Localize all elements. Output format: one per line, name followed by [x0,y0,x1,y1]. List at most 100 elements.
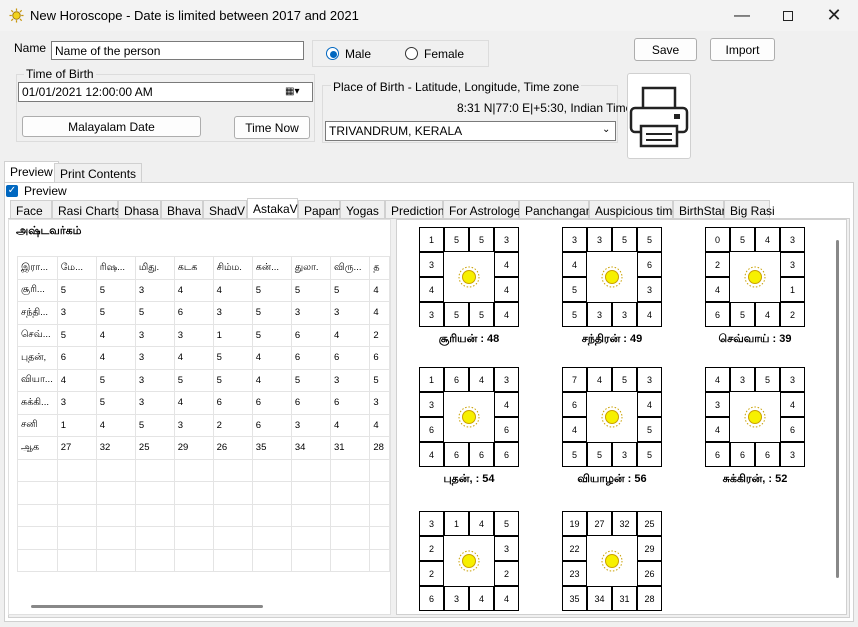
chart-cell: 32 [612,511,637,536]
chart-cell: 5 [612,227,637,252]
tab-auspicious-time[interactable]: Auspicious time [589,200,679,219]
sun-app-icon [9,8,24,23]
chart-title: வியாழன் : 56 [577,473,647,485]
tab-shadv[interactable]: ShadV [203,200,247,219]
table-cell [251,503,292,527]
female-radio[interactable] [405,47,418,60]
chart-cell: 5 [444,302,469,327]
chart-cell: 4 [419,442,444,467]
table-cell: த [369,256,390,280]
malayalam-date-button[interactable]: Malayalam Date [22,116,201,137]
chart-cell: 5 [562,302,587,327]
table-row: சூரி... 5 5 3 4 4 5 5 5 4 [17,278,390,302]
male-label: Male [345,47,372,61]
table-cell: 2 [369,323,390,347]
table-cell [290,548,331,572]
table-cell: விரு... [329,256,371,280]
chart-cell: 6 [419,417,444,442]
table-cell [369,503,390,527]
table-cell [329,548,371,572]
tab-astakav[interactable]: AstakaV [247,198,298,219]
table-cell: 5 [134,413,175,437]
chart-cell: 6 [419,586,444,611]
chart-title: சூரியன் : 48 [438,333,500,345]
table-cell: 4 [173,346,214,370]
place-value: TRIVANDRUM, KERALA [329,124,463,138]
outer-tab-bar: Preview Print Contents [4,161,854,183]
table-cell [56,526,97,550]
table-cell: 4 [329,413,371,437]
table-cell: 31 [329,436,371,460]
table-cell [329,526,371,550]
close-button[interactable]: ✕ [811,0,857,31]
datetime-picker[interactable]: 01/01/2021 12:00:00 AM [18,82,313,102]
table-cell: 6 [56,346,97,370]
table-cell: 4 [369,413,390,437]
maximize-button[interactable] [765,0,811,31]
tab-rasi-charts[interactable]: Rasi Charts [52,200,121,219]
tab-face[interactable]: Face [10,200,52,219]
chart-cell: 5 [587,442,612,467]
tab-papam[interactable]: Papam [298,200,342,219]
table-cell: வியா... [17,368,58,392]
name-input[interactable]: Name of the person [51,41,304,60]
minimize-button[interactable]: — [719,0,765,31]
table-cell: 5 [369,368,390,392]
tab-bhava[interactable]: Bhava [161,200,203,219]
vertical-scrollbar[interactable] [836,240,839,578]
chart-cell: 5 [469,227,494,252]
print-button[interactable] [627,73,691,159]
tab-dhasa[interactable]: Dhasa [118,200,161,219]
save-button[interactable]: Save [634,38,697,61]
table-cell: 4 [173,391,214,415]
tab-yogas[interactable]: Yogas [340,200,385,219]
sun-icon [601,266,623,288]
horizontal-scrollbar[interactable] [31,605,263,608]
name-label: Name [14,41,47,55]
table-cell: 6 [173,301,214,325]
tab-for-astrologer[interactable]: For Astrologer [443,200,524,219]
tab-print-contents[interactable]: Print Contents [54,163,143,182]
sun-icon [601,406,623,428]
chart-cell: 29 [637,536,662,561]
tab-panchangam[interactable]: Panchangam [519,200,596,219]
table-cell: ரிஷ... [95,256,136,280]
tab-big-rasi[interactable]: Big Rasi [724,200,775,219]
table-cell: 3 [134,346,175,370]
table-cell: 6 [329,346,371,370]
place-dropdown[interactable]: TRIVANDRUM, KERALA [325,121,616,141]
tab-prediction[interactable]: Prediction [385,200,444,219]
time-now-button[interactable]: Time Now [234,116,310,139]
chart-cell: 28 [637,586,662,611]
import-button[interactable]: Import [710,38,775,61]
chart-cell: 4 [587,367,612,392]
male-radio[interactable] [326,47,339,60]
table-cell [134,458,175,482]
preview-checkbox[interactable]: ✓ [6,185,18,197]
tab-birthstar[interactable]: BirthStar [673,200,726,219]
table-cell [212,481,253,505]
table-cell: ஆக [17,436,58,460]
astaka-charts-panel: 1 5 5 3 4 4 3 5 5 4 3 4 சூரியன் : 48 3 3 5 5 6 3 5 3 3 4 4 5 சந்த… [396,219,847,615]
table-cell: கன்... [251,256,292,280]
ashtaka-chart: 19 27 32 25 29 26 35 34 31 28 22 23 [562,511,662,611]
table-cell [17,548,58,572]
table-cell: 34 [290,436,331,460]
table-cell: மிது. [134,256,175,280]
table-cell [95,526,136,550]
table-cell: 2 [212,413,253,437]
table-cell [290,458,331,482]
tab-preview[interactable]: Preview [4,161,59,182]
table-cell [212,548,253,572]
title-bar: New Horoscope - Date is limited between … [0,0,858,31]
table-cell [369,458,390,482]
calendar-icon[interactable]: ▦▾ [285,86,299,97]
chart-cell: 4 [494,277,519,302]
close-icon: ✕ [826,5,842,25]
chart-cell: 1 [444,511,469,536]
chart-cell: 22 [562,536,587,561]
sun-icon [601,550,623,572]
table-header-row: இரா... மே... ரிஷ... மிது. கடக சிம்ம. கன்... துல… [17,256,390,280]
table-cell [290,481,331,505]
chart-cell: 3 [587,227,612,252]
